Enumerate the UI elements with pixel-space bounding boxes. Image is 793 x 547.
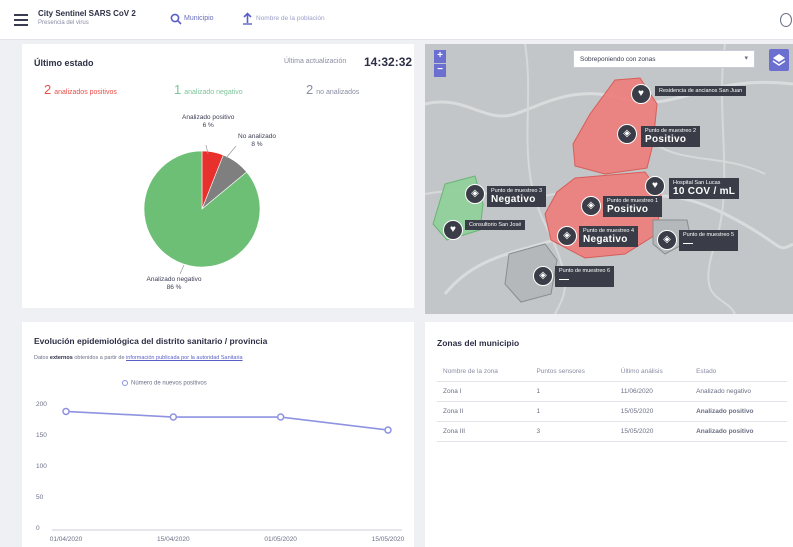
zones-title: Zonas del municipio bbox=[437, 338, 520, 348]
data-point[interactable] bbox=[384, 426, 392, 434]
column-header[interactable]: Estado bbox=[690, 362, 787, 382]
zone-name: Zona II bbox=[437, 401, 531, 422]
pin-icon: ◈ bbox=[533, 266, 553, 286]
updated-time: 14:32:32 bbox=[364, 55, 413, 69]
table-header-row: Nombre de la zona Puntos sensores Último… bbox=[437, 362, 787, 382]
heart-icon: ♥ bbox=[631, 84, 651, 104]
layers-button[interactable] bbox=[769, 49, 789, 71]
marker-tag: Residencia de ancianos San Juan bbox=[655, 86, 747, 96]
zone-date: 11/06/2020 bbox=[614, 381, 691, 402]
positive-count: 2 analizados positivos bbox=[44, 82, 117, 97]
map-panel[interactable]: + − Sobreponiendo con zonas ▾ ♥ Residenci… bbox=[425, 44, 793, 314]
top-bar: City Sentinel SARS CoV 2 Presencia del v… bbox=[0, 0, 793, 40]
marker-tag: Punto de muestreo 6— bbox=[555, 266, 615, 287]
zone-date: 15/05/2020 bbox=[614, 401, 691, 422]
evolution-subtitle: Datos externos obtenidos a partir de inf… bbox=[34, 355, 243, 361]
zoom-out-button[interactable]: − bbox=[434, 64, 446, 77]
municipality-search[interactable]: Municipio bbox=[184, 15, 214, 22]
column-header[interactable]: Puntos sensores bbox=[530, 362, 615, 382]
pie-leader-line bbox=[179, 264, 185, 275]
pin-icon: ◈ bbox=[581, 196, 601, 216]
zone-date: 15/05/2020 bbox=[614, 421, 691, 442]
status-card: Último estado Última actualización 14:32… bbox=[22, 44, 414, 308]
marker-tag: Punto de muestreo 1 Positivo bbox=[603, 196, 663, 217]
zone-status: Analizado positivo bbox=[690, 401, 787, 422]
pie-label-not-analyzed: No analizado 8 % bbox=[238, 133, 276, 149]
zone-name: Zona I bbox=[437, 381, 531, 402]
x-tick-label: 01/05/2020 bbox=[264, 536, 297, 543]
negative-count: 1 analizado negativo bbox=[174, 82, 243, 97]
column-header[interactable]: Último análisis bbox=[614, 362, 691, 382]
zone-points: 1 bbox=[530, 381, 615, 402]
series-line bbox=[65, 410, 389, 431]
zone-points: 3 bbox=[530, 421, 615, 442]
y-tick-label: 50 bbox=[36, 494, 44, 501]
updated-label: Última actualización bbox=[284, 58, 347, 65]
data-point[interactable] bbox=[276, 413, 285, 421]
column-header[interactable]: Nombre de la zona bbox=[437, 362, 531, 382]
pin-icon: ◈ bbox=[617, 124, 637, 144]
app-title: City Sentinel SARS CoV 2 bbox=[38, 9, 136, 18]
zoom-in-button[interactable]: + bbox=[434, 50, 446, 63]
marker-tag: Punto de muestreo 3 Negativo bbox=[487, 186, 547, 207]
zones-card: Zonas del municipio Nombre de la zona Pu… bbox=[425, 322, 793, 547]
status-title: Último estado bbox=[34, 58, 94, 68]
marker-tag: Consultorio San José bbox=[465, 220, 526, 230]
pin-icon: ◈ bbox=[557, 226, 577, 246]
table-row[interactable]: Zona III 3 15/05/2020 Analizado positivo bbox=[437, 421, 787, 442]
marker-tag: Hospital San Lucas 10 COV / mL bbox=[669, 178, 740, 199]
zone-points: 1 bbox=[530, 401, 615, 422]
y-tick-label: 200 bbox=[36, 401, 47, 408]
app-subtitle: Presencia del virus bbox=[38, 20, 89, 26]
evolution-line-chart: 0 50 100 150 200 01/04/2020 15/04/2020 01/05/20… bbox=[36, 401, 405, 543]
population-input[interactable]: Nombre de la población bbox=[256, 15, 325, 22]
layer-select[interactable]: Sobreponiendo con zonas ▾ bbox=[573, 50, 755, 68]
y-tick-label: 100 bbox=[36, 463, 47, 470]
evolution-title: Evolución epidemiológica del distrito sa… bbox=[34, 336, 268, 346]
zone-status: Analizado negativo bbox=[690, 381, 787, 402]
marker-tag: Punto de muestreo 5— bbox=[679, 230, 739, 251]
pin-icon: ◈ bbox=[657, 230, 677, 250]
layers-icon bbox=[772, 54, 786, 66]
health-authority-link[interactable]: información publicada por la autoridad S… bbox=[126, 355, 243, 361]
menu-icon[interactable] bbox=[14, 14, 28, 26]
table-row[interactable]: Zona II 1 15/05/2020 Analizado positivo bbox=[437, 401, 787, 422]
pie-label-positive: Analizado positivo 6 % bbox=[182, 114, 235, 130]
upload-icon[interactable] bbox=[242, 12, 253, 25]
pie-label-negative: Analizado negativo 86 % bbox=[146, 276, 202, 292]
y-tick-label: 150 bbox=[36, 432, 47, 439]
zones-table: Nombre de la zona Puntos sensores Último… bbox=[437, 362, 787, 442]
table-row[interactable]: Zona I 1 11/06/2020 Analizado negativo bbox=[437, 381, 787, 402]
search-icon[interactable] bbox=[170, 13, 182, 25]
zone-status: Analizado positivo bbox=[690, 421, 787, 442]
chevron-down-icon: ▾ bbox=[744, 55, 748, 62]
heart-icon: ♥ bbox=[443, 220, 463, 240]
marker-tag: Punto de muestreo 2 Positivo bbox=[641, 126, 701, 147]
x-tick-label: 15/04/2020 bbox=[157, 536, 190, 543]
y-tick-label: 0 bbox=[36, 525, 40, 532]
not-analyzed-count: 2 no analizados bbox=[306, 82, 360, 97]
marker-tag: Punto de muestreo 4 Negativo bbox=[579, 226, 639, 247]
status-pie-chart bbox=[143, 144, 261, 275]
evolution-card: Evolución epidemiológica del distrito sa… bbox=[22, 322, 414, 547]
heart-icon: ♥ bbox=[645, 176, 665, 196]
account-icon[interactable] bbox=[780, 13, 792, 27]
pin-icon: ◈ bbox=[465, 184, 485, 204]
x-tick-label: 15/05/2020 bbox=[372, 536, 405, 543]
data-point[interactable] bbox=[169, 413, 178, 421]
x-tick-label: 01/04/2020 bbox=[50, 536, 83, 543]
data-point[interactable] bbox=[62, 407, 70, 416]
zone-name: Zona III bbox=[437, 421, 531, 442]
